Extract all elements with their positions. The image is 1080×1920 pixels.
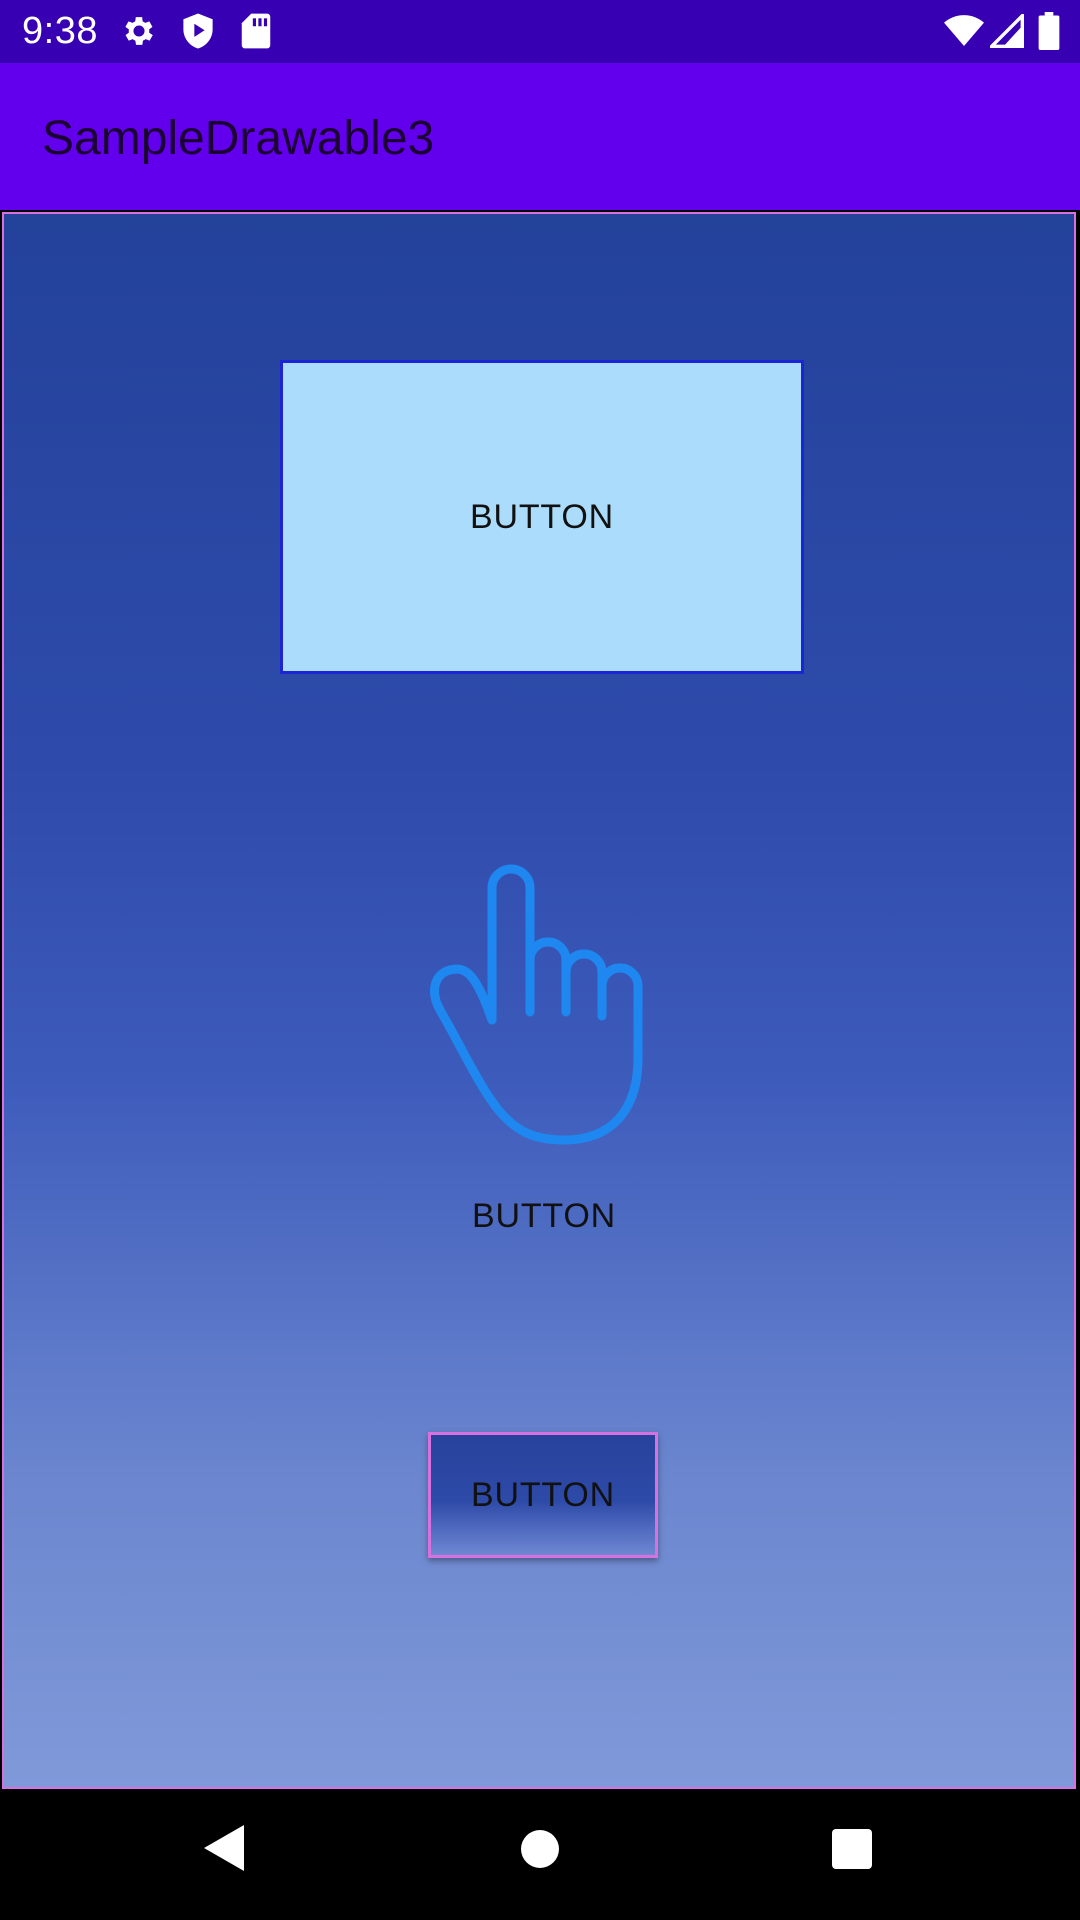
play-protect-icon <box>180 12 216 50</box>
app-title: SampleDrawable3 <box>42 112 435 165</box>
back-icon[interactable] <box>204 1825 244 1871</box>
navigation-bar <box>0 1791 1080 1920</box>
status-time: 9:38 <box>22 10 98 52</box>
sd-card-icon <box>240 12 272 50</box>
gradient-button[interactable]: BUTTON <box>428 1432 658 1558</box>
content-area: BUTTON BUTTON BUTTON <box>2 212 1076 1789</box>
home-icon[interactable] <box>520 1829 560 1869</box>
wifi-icon <box>944 14 984 48</box>
gear-icon <box>120 12 158 50</box>
hand-button[interactable]: BUTTON <box>414 862 674 1235</box>
rect-button-label: BUTTON <box>470 497 614 536</box>
recents-icon[interactable] <box>832 1829 872 1869</box>
battery-icon <box>1038 12 1060 50</box>
rect-button[interactable]: BUTTON <box>280 360 804 674</box>
gradient-button-label: BUTTON <box>471 1475 615 1514</box>
signal-icon <box>990 14 1024 48</box>
status-bar: 9:38 <box>0 0 1080 63</box>
app-bar: SampleDrawable3 <box>0 63 1080 210</box>
hand-button-label: BUTTON <box>472 1197 616 1235</box>
hand-pointer-icon <box>430 864 643 1145</box>
